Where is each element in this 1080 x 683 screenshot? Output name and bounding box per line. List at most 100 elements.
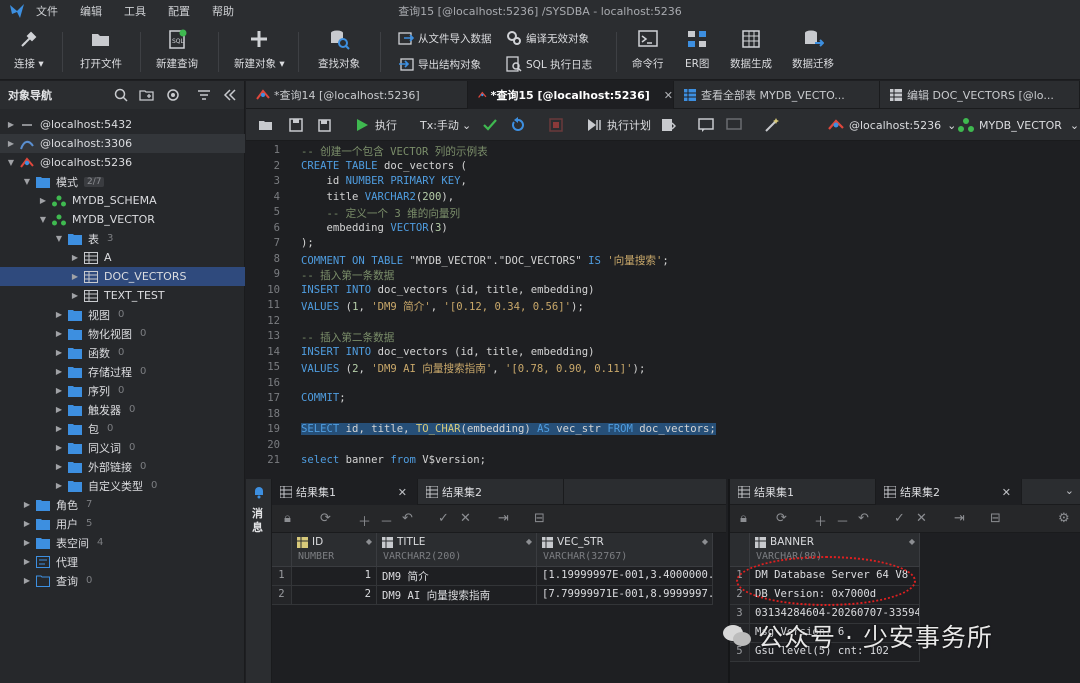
tree-item-15[interactable]: ▶ 触发器 0 xyxy=(0,400,245,419)
chevron-right-icon[interactable]: ▶ xyxy=(6,120,16,129)
table-cell[interactable]: DM9 简介 xyxy=(377,567,537,586)
code-line[interactable]: 11 VALUES (1, 'DM9 简介', '[0.12, 0.34, 0.5… xyxy=(246,299,1080,315)
menu-help[interactable]: 帮助 xyxy=(212,3,234,19)
code-line[interactable]: 12 xyxy=(246,315,1080,331)
connect-button[interactable]: 连接 ▾ xyxy=(14,28,44,71)
lock-icon[interactable]: 🔒︎ xyxy=(284,511,291,526)
bell-icon[interactable] xyxy=(252,485,266,499)
column-header[interactable]: VEC_STR VARCHAR(32767) ◆ xyxy=(537,533,713,567)
code-line[interactable]: 15 VALUES (2, 'DM9 AI 向量搜索指南', '[0.78, 0.… xyxy=(246,361,1080,377)
er-diagram-button[interactable]: ER图 xyxy=(685,28,709,71)
commit-icon[interactable] xyxy=(482,117,503,133)
chevron-right-icon[interactable]: ▶ xyxy=(70,272,80,281)
comment-icon[interactable] xyxy=(698,117,719,133)
result-tab-1[interactable]: 结果集1 ✕ xyxy=(272,479,418,505)
tree-item-16[interactable]: ▶ 包 0 xyxy=(0,419,245,438)
tree-item-14[interactable]: ▶ 序列 0 xyxy=(0,381,245,400)
tree-item-10[interactable]: ▶ 视图 0 xyxy=(0,305,245,324)
chevron-down-icon[interactable]: ▼ xyxy=(22,177,32,186)
new-object-button[interactable]: 新建对象 ▾ xyxy=(234,28,285,71)
new-folder-icon[interactable] xyxy=(139,87,155,103)
tree-item-11[interactable]: ▶ 物化视图 0 xyxy=(0,324,245,343)
code-line[interactable]: 10 INSERT INTO doc_vectors (id, title, em… xyxy=(246,284,1080,300)
open-file-button[interactable]: 打开文件 xyxy=(80,28,122,71)
tree-item-9[interactable]: ▶ TEXT_TEST xyxy=(0,286,245,305)
close-tab-icon[interactable]: ✕ xyxy=(664,89,673,102)
discard-icon[interactable]: ✕ xyxy=(916,511,927,526)
tree-item-17[interactable]: ▶ 同义词 0 xyxy=(0,438,245,457)
chevron-right-icon[interactable]: ▶ xyxy=(54,348,64,357)
command-line-button[interactable]: 命令行 xyxy=(632,28,664,71)
tree-item-5[interactable]: ▼ MYDB_VECTOR xyxy=(0,210,245,229)
filter-list-icon[interactable] xyxy=(196,87,212,103)
chevron-right-icon[interactable]: ▶ xyxy=(22,500,32,509)
result-tab-1[interactable]: 结果集1 xyxy=(730,479,876,505)
table-cell[interactable]: 2 xyxy=(292,586,377,605)
row-number[interactable]: 1 xyxy=(272,567,292,586)
add-row-icon[interactable]: ＋ xyxy=(814,511,827,530)
data-generate-button[interactable]: 数据生成 xyxy=(730,28,772,71)
refresh-icon[interactable]: ⟳ xyxy=(320,511,331,526)
history-icon[interactable] xyxy=(660,117,681,133)
code-line[interactable]: 9 -- 插入第一条数据 xyxy=(246,268,1080,284)
tree-item-2[interactable]: ▼ @localhost:5236 xyxy=(0,153,245,172)
collapse-panel-icon[interactable] xyxy=(222,87,238,103)
result-tab-2[interactable]: 结果集2 ✕ xyxy=(876,479,1022,505)
table-cell[interactable]: [1.19999997E-001,3.4000000... xyxy=(537,567,713,586)
result-tab-2[interactable]: 结果集2 xyxy=(418,479,564,505)
code-line[interactable]: 17 COMMIT; xyxy=(246,392,1080,408)
export-structure-button[interactable]: 导出结构对象 xyxy=(398,56,481,72)
filter-icon[interactable]: ⊟ xyxy=(990,511,1001,526)
chevron-right-icon[interactable]: ▶ xyxy=(54,424,64,433)
sort-icon[interactable]: ◆ xyxy=(702,537,708,546)
code-line[interactable]: 14 INSERT INTO doc_vectors (id, title, em… xyxy=(246,346,1080,362)
export-icon[interactable]: ⇥ xyxy=(498,511,509,526)
chevron-down-icon[interactable]: ▼ xyxy=(38,215,48,224)
delete-row-icon[interactable]: － xyxy=(380,511,393,530)
menu-edit[interactable]: 编辑 xyxy=(80,3,102,19)
run-button[interactable]: 执行 xyxy=(354,117,397,133)
tree-item-3[interactable]: ▼ 模式 2/7 xyxy=(0,172,245,191)
sql-log-button[interactable]: SQL 执行日志 xyxy=(506,56,592,72)
code-line[interactable]: 5 -- 定义一个 3 维的向量列 xyxy=(246,206,1080,222)
code-line[interactable]: 20 xyxy=(246,439,1080,455)
table-cell[interactable]: 1 xyxy=(292,567,377,586)
code-line[interactable]: 8 COMMENT ON TABLE "MYDB_VECTOR"."DOC_VEC… xyxy=(246,253,1080,269)
chevron-right-icon[interactable]: ▶ xyxy=(22,576,32,585)
discard-icon[interactable]: ✕ xyxy=(460,511,471,526)
tree-item-13[interactable]: ▶ 存储过程 0 xyxy=(0,362,245,381)
code-line[interactable]: 6 embedding VECTOR(3) xyxy=(246,222,1080,238)
import-data-button[interactable]: 从文件导入数据 xyxy=(398,30,492,46)
tree-item-0[interactable]: ▶ @localhost:5432 xyxy=(0,115,245,134)
chevron-right-icon[interactable]: ▶ xyxy=(54,367,64,376)
chevron-down-icon[interactable]: ▼ xyxy=(54,234,64,243)
code-line[interactable]: 2 CREATE TABLE doc_vectors ( xyxy=(246,160,1080,176)
messages-label[interactable]: 消息 xyxy=(252,507,266,535)
chevron-right-icon[interactable]: ▶ xyxy=(54,310,64,319)
chevron-right-icon[interactable]: ▶ xyxy=(70,291,80,300)
column-header[interactable]: ID NUMBER ◆ xyxy=(292,533,377,567)
tree-item-4[interactable]: ▶ MYDB_SCHEMA xyxy=(0,191,245,210)
tree-item-12[interactable]: ▶ 函数 0 xyxy=(0,343,245,362)
uncomment-icon[interactable] xyxy=(726,117,747,133)
menu-config[interactable]: 配置 xyxy=(168,3,190,19)
tree-item-19[interactable]: ▶ 自定义类型 0 xyxy=(0,476,245,495)
chevron-right-icon[interactable]: ▶ xyxy=(54,462,64,471)
chevron-right-icon[interactable]: ▶ xyxy=(54,386,64,395)
save-icon[interactable] xyxy=(288,117,309,133)
lock-icon[interactable]: 🔒︎ xyxy=(740,511,747,526)
chevron-right-icon[interactable]: ▶ xyxy=(38,196,48,205)
chevron-right-icon[interactable]: ▶ xyxy=(54,443,64,452)
table-cell[interactable]: DM9 AI 向量搜索指南 xyxy=(377,586,537,605)
code-line[interactable]: 4 title VARCHAR2(200), xyxy=(246,191,1080,207)
chevron-right-icon[interactable]: ▶ xyxy=(6,139,16,148)
tree-item-22[interactable]: ▶ 表空间 4 xyxy=(0,533,245,552)
code-line[interactable]: 7); xyxy=(246,237,1080,253)
chevron-right-icon[interactable]: ▶ xyxy=(54,329,64,338)
data-migrate-button[interactable]: 数据迁移 xyxy=(792,28,834,71)
tree-item-20[interactable]: ▶ 角色 7 xyxy=(0,495,245,514)
sql-editor[interactable]: 1 -- 创建一个包含 VECTOR 列的示例表 2 CREATE TABLE doc… xyxy=(246,141,1080,478)
code-line[interactable]: 19 SELECT id, title, TO_CHAR(embedding) A… xyxy=(246,423,1080,439)
delete-row-icon[interactable]: － xyxy=(836,511,849,530)
code-line[interactable]: 16 xyxy=(246,377,1080,393)
